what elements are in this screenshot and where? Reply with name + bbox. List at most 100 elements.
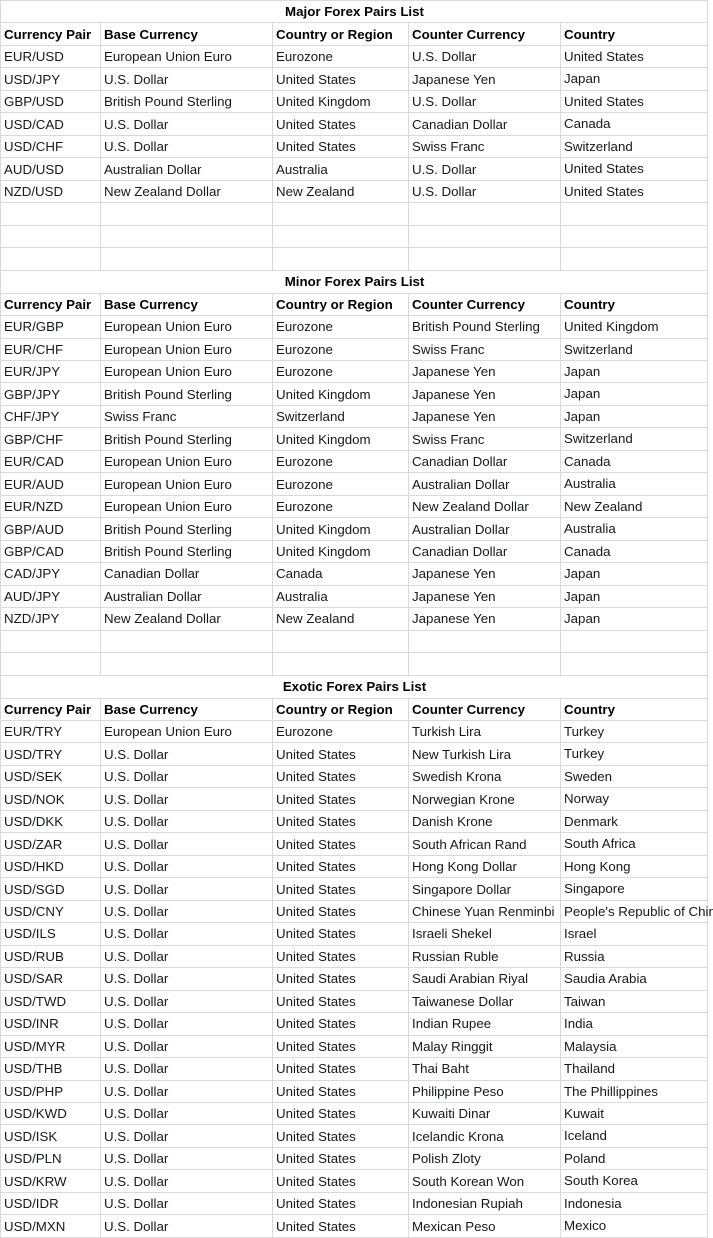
column-header: Currency Pair	[0, 698, 101, 722]
table-cell-text: United States	[564, 161, 644, 177]
blank-cell	[272, 652, 409, 676]
table-cell: U.S. Dollar	[100, 832, 273, 856]
column-header: Counter Currency	[408, 698, 561, 722]
table-cell: United States	[272, 1057, 409, 1081]
table-row: USD/TWD U.S. Dollar United States Taiwanese…	[0, 990, 708, 1014]
blank-cell	[100, 630, 273, 654]
table-cell-text: Japan	[564, 408, 601, 424]
table-cell: GBP/JPY	[0, 382, 101, 406]
table-cell: Norway	[560, 787, 708, 811]
blank-cell	[408, 202, 561, 226]
table-cell: U.S. Dollar	[408, 157, 561, 181]
table-cell: USD/THB	[0, 1057, 101, 1081]
table-row: USD/RUB U.S. Dollar United States Russian R…	[0, 945, 708, 969]
table-cell: U.S. Dollar	[100, 765, 273, 789]
table-row: USD/ILS U.S. Dollar United States Israeli S…	[0, 922, 708, 946]
table-cell: Japan	[559, 585, 709, 609]
table-cell: South Africa	[560, 832, 708, 856]
table-cell: Canada	[559, 112, 709, 136]
table-cell: United States	[559, 180, 709, 204]
table-cell: Switzerland	[559, 135, 709, 159]
table-cell: Japanese Yen	[408, 382, 561, 406]
table-cell: Philippine Peso	[408, 1080, 561, 1103]
table-cell: United Kingdom	[272, 540, 409, 564]
table-cell: EUR/NZD	[0, 495, 101, 519]
table-cell-text: Mexico	[564, 1218, 607, 1234]
table-row: USD/HKD U.S. Dollar United States Hong Kong…	[0, 855, 708, 879]
table-cell: United States	[272, 112, 409, 136]
table-cell: United States	[272, 877, 409, 901]
table-cell: United States	[272, 990, 409, 1014]
table-cell: Hong Kong	[560, 855, 708, 879]
table-cell: USD/JPY	[0, 67, 101, 91]
table-cell: U.S. Dollar	[100, 135, 273, 159]
table-cell: Eurozone	[272, 315, 409, 339]
blank-cell	[559, 247, 709, 271]
table-cell: United States	[272, 135, 409, 159]
blank-row	[0, 652, 709, 676]
blank-row	[0, 247, 709, 271]
table-row: USD/INR U.S. Dollar United States Indian Ru…	[0, 1012, 708, 1036]
table-cell: Singapore Dollar	[408, 877, 561, 901]
table-cell: Taiwanese Dollar	[408, 990, 561, 1014]
table-row: USD/PLN U.S. Dollar United States Polish Zl…	[0, 1147, 708, 1171]
table-cell: United Kingdom	[559, 315, 709, 339]
column-header: Base Currency	[100, 698, 273, 722]
table-cell: U.S. Dollar	[100, 112, 273, 136]
table-cell: Indonesian Rupiah	[408, 1192, 561, 1216]
table-cell: European Union Euro	[100, 495, 273, 519]
table-row: USD/IDR U.S. Dollar United States Indonesia…	[0, 1192, 708, 1216]
table-cell: Australian Dollar	[408, 517, 561, 541]
table-row: EUR/JPY European Union Euro Eurozone Japane…	[0, 360, 709, 384]
table-cell: NZD/USD	[0, 180, 101, 204]
table-cell: Eurozone	[272, 472, 409, 496]
blank-cell	[408, 630, 561, 654]
forex-section-table: Exotic Forex Pairs List Currency Pair Base…	[0, 675, 713, 1238]
table-row: USD/MYR U.S. Dollar United States Malay Rin…	[0, 1035, 708, 1059]
table-cell: Eurozone	[272, 720, 409, 744]
table-cell: United States	[272, 742, 409, 766]
table-cell: U.S. Dollar	[100, 67, 273, 91]
table-cell-text: Japan	[564, 364, 601, 379]
table-cell: Saudi Arabian Riyal	[408, 967, 561, 991]
table-cell: United States	[272, 787, 409, 811]
table-row: USD/MXN U.S. Dollar United States Mexican P…	[0, 1214, 708, 1238]
table-cell-text: United States	[564, 48, 644, 64]
table-cell: AUD/JPY	[0, 585, 101, 609]
table-cell: U.S. Dollar	[100, 990, 273, 1014]
table-cell: British Pound Sterling	[100, 540, 273, 564]
table-row: GBP/CAD British Pound Sterling United King…	[0, 540, 709, 564]
table-cell: Switzerland	[272, 405, 409, 429]
table-cell: United States	[272, 967, 409, 991]
blank-cell	[272, 247, 409, 271]
table-row: NZD/USD New Zealand Dollar New Zealand U.S.…	[0, 180, 709, 204]
column-header-row: Currency Pair Base Currency Country or Reg…	[0, 698, 708, 722]
section-title-row: Exotic Forex Pairs List	[0, 675, 708, 699]
table-cell: United Kingdom	[272, 382, 409, 406]
table-cell: Turkey	[560, 742, 708, 766]
table-cell-text: Japan	[564, 588, 601, 604]
table-cell: United States	[272, 1214, 409, 1238]
table-cell-text: Canada	[564, 543, 611, 559]
table-cell: Switzerland	[559, 427, 709, 451]
table-cell: USD/CAD	[0, 112, 101, 136]
table-cell-text: Saudia Arabia	[564, 971, 647, 987]
table-cell: United States	[559, 157, 709, 181]
table-cell: Mexico	[560, 1214, 708, 1238]
table-cell: Mexican Peso	[408, 1214, 561, 1238]
table-cell: AUD/USD	[0, 157, 101, 181]
table-cell: USD/RUB	[0, 945, 101, 969]
table-row: EUR/NZD European Union Euro Eurozone New Ze…	[0, 495, 709, 519]
table-cell: India	[560, 1012, 708, 1036]
table-cell: U.S. Dollar	[100, 1035, 273, 1059]
table-row: EUR/GBP European Union Euro Eurozone Britis…	[0, 315, 709, 339]
table-cell: Malaysia	[560, 1035, 708, 1059]
table-cell: British Pound Sterling	[100, 90, 273, 114]
table-cell: USD/PHP	[0, 1080, 101, 1103]
table-cell-text: Turkey	[564, 746, 605, 762]
table-cell: Australia	[559, 472, 709, 496]
table-cell: U.S. Dollar	[100, 1124, 273, 1148]
blank-cell	[559, 630, 709, 654]
blank-cell	[559, 225, 709, 249]
table-cell: Swiss Franc	[408, 427, 561, 451]
